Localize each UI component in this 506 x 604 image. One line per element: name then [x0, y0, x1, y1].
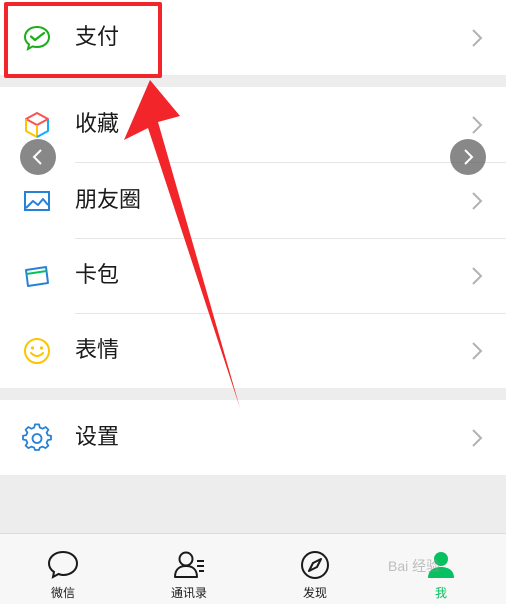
- watermark: Bai 经验: [388, 558, 441, 574]
- annotation-arrow: [124, 80, 240, 408]
